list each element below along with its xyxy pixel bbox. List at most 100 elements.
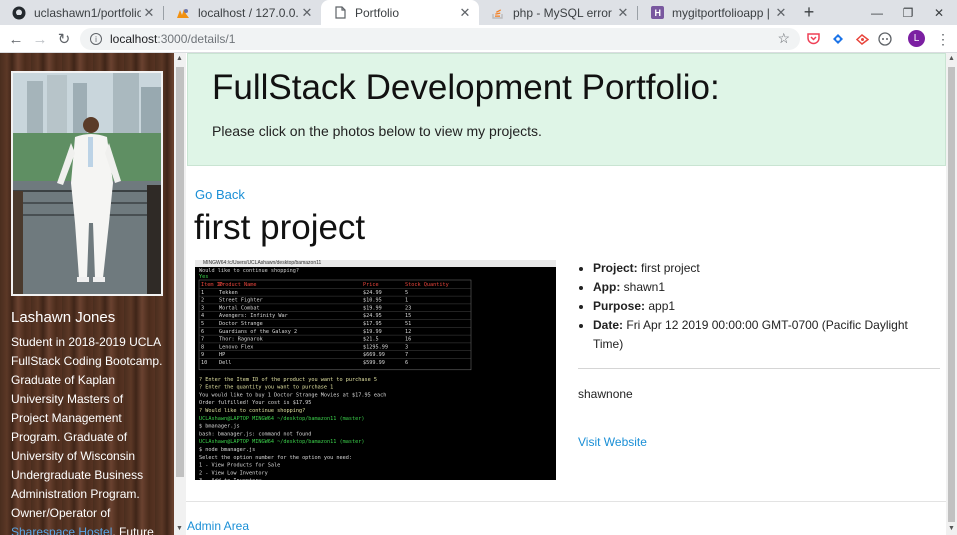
heroku-icon: H: [650, 6, 664, 20]
terminal-table-cell: 10: [201, 360, 207, 366]
terminal-prompt: Would like to continue shopping?: [199, 268, 299, 274]
terminal-line: Select the option number for the option …: [199, 455, 352, 461]
terminal-table-header: Product Name: [219, 282, 256, 288]
url-host: localhost: [110, 32, 158, 46]
scroll-down-icon[interactable]: ▼: [176, 525, 183, 532]
terminal-table-cell: Lenovo Flex: [219, 344, 253, 350]
scroll-up-icon[interactable]: ▲: [176, 55, 183, 62]
back-arrow-icon[interactable]: ←: [6, 29, 26, 49]
scroll-down-icon[interactable]: ▼: [948, 525, 955, 532]
forward-arrow-icon[interactable]: →: [30, 29, 50, 49]
detail-app: App: shawn1: [593, 278, 940, 297]
tab-heroku[interactable]: H mygitportfolioapp | Heroku ✕: [638, 0, 795, 25]
terminal-table-cell: 51: [405, 321, 411, 327]
close-icon[interactable]: ✕: [457, 5, 473, 21]
project-screenshot[interactable]: MINGW64:/c/Users/UCLAshawn/desktop/bamaz…: [195, 260, 556, 480]
terminal-table-cell: $669.99: [363, 352, 385, 358]
terminal-line: bash: bmanager.js: command not found: [199, 431, 311, 437]
terminal-table-cell: 4: [201, 313, 204, 319]
phpmyadmin-icon: [176, 6, 190, 20]
detail-label: Purpose:: [593, 299, 646, 313]
extension-blue-icon[interactable]: [829, 30, 847, 48]
terminal-table-cell: 8: [201, 344, 204, 350]
close-icon[interactable]: ✕: [773, 5, 789, 21]
new-tab-button[interactable]: +: [800, 0, 818, 25]
close-icon[interactable]: ✕: [141, 5, 157, 21]
profile-bio: Student in 2018-2019 UCLA FullStack Codi…: [11, 333, 171, 535]
tab-title: uclashawn1/portfolioapp: [34, 5, 141, 20]
terminal-table-cell: 2: [201, 298, 204, 304]
bookmark-star-icon[interactable]: ☆: [777, 30, 790, 47]
admin-area-link[interactable]: Admin Area: [187, 519, 249, 533]
tab-title: Portfolio: [355, 5, 400, 20]
terminal-line: 2 - View Low Inventory: [199, 470, 268, 476]
github-icon: [12, 6, 26, 20]
bio-line: Program. Graduate of: [11, 430, 128, 444]
terminal-table-cell: 6: [405, 360, 408, 366]
terminal-table-header: Stock Quantity: [405, 282, 449, 288]
terminal-table-cell: 7: [405, 352, 408, 358]
terminal-line: ? Would like to continue shopping?: [199, 408, 305, 414]
reload-icon[interactable]: ↻: [54, 29, 74, 49]
scrollbar-thumb[interactable]: [176, 67, 184, 477]
terminal-table-cell: $599.99: [363, 360, 385, 366]
go-back-link[interactable]: Go Back: [195, 187, 245, 202]
terminal-line: Order fulfilled! Your cost is $17.95: [199, 400, 311, 406]
extension-red-icon[interactable]: [853, 30, 871, 48]
scroll-up-icon[interactable]: ▲: [948, 55, 955, 62]
footer-divider: [186, 501, 946, 502]
visit-website-link[interactable]: Visit Website: [578, 435, 647, 449]
page-viewport: Lashawn Jones Student in 2018-2019 UCLA …: [0, 53, 957, 535]
svg-text:H: H: [654, 8, 661, 18]
tab-stackoverflow[interactable]: php - MySQL error - "You h ✕: [479, 0, 637, 25]
browser-toolbar: ← → ↻ i localhost:3000/details/1 ☆ L ⋮: [0, 25, 957, 53]
profile-avatar[interactable]: L: [908, 30, 925, 47]
terminal-line: You would like to buy 1 Doctor Strange M…: [199, 392, 386, 398]
terminal-table-cell: 16: [405, 337, 411, 343]
restore-icon[interactable]: ❐: [891, 0, 925, 25]
terminal-table-cell: 9: [201, 352, 204, 358]
bio-line-last: Sharespace Hostel. Future: [11, 523, 171, 535]
terminal-line: UCLAshawn@LAPTOP MINGW64 ~/desktop/bamaz…: [199, 439, 365, 445]
profile-sidebar: Lashawn Jones Student in 2018-2019 UCLA …: [0, 53, 174, 535]
project-owner: shawnone: [578, 387, 633, 401]
url-path: :3000/details/1: [157, 32, 236, 46]
terminal-output: Would like to continue shopping?YesItem …: [198, 268, 472, 480]
sharespace-hostel-link[interactable]: Sharespace Hostel: [11, 525, 112, 535]
menu-kebab-icon[interactable]: ⋮: [934, 30, 952, 48]
terminal-table-cell: 3: [405, 344, 408, 350]
bio-line: University Masters of: [11, 392, 124, 406]
detail-value: Fri Apr 12 2019 00:00:00 GMT-0700 (Pacif…: [593, 318, 908, 351]
tab-portfolio[interactable]: Portfolio ✕: [321, 0, 479, 25]
bio-line: FullStack Coding Bootcamp.: [11, 354, 163, 368]
terminal-table-cell: 5: [201, 321, 204, 327]
bio-line: Administration Program.: [11, 487, 140, 501]
info-icon[interactable]: i: [90, 33, 102, 45]
terminal-table-cell: 1: [201, 290, 204, 296]
minimize-icon[interactable]: —: [860, 0, 894, 25]
pocket-extension-icon[interactable]: [804, 30, 822, 48]
extension-grey-icon[interactable]: [876, 30, 894, 48]
tab-github[interactable]: uclashawn1/portfolioapp ✕: [0, 0, 163, 25]
terminal-line: ? Enter the Item ID of the product you w…: [199, 377, 377, 383]
terminal-table-cell: 23: [405, 305, 411, 311]
tab-title: localhost / 127.0.0.1 / portfo: [198, 5, 299, 20]
page-subtitle: Please click on the photos below to view…: [212, 123, 542, 139]
detail-label: Project:: [593, 261, 638, 275]
close-icon[interactable]: ✕: [299, 5, 315, 21]
page-scrollbar[interactable]: ▲ ▼: [946, 53, 957, 535]
sidebar-scrollbar[interactable]: ▲ ▼: [174, 53, 186, 535]
stackoverflow-icon: [491, 6, 505, 20]
terminal-table-cell: $17.95: [363, 321, 382, 327]
close-icon[interactable]: ✕: [615, 5, 631, 21]
tab-phpmyadmin[interactable]: localhost / 127.0.0.1 / portfo ✕: [164, 0, 321, 25]
detail-value: shawn1: [623, 280, 666, 294]
address-bar[interactable]: i localhost:3000/details/1 ☆: [80, 28, 800, 50]
terminal-table-cell: $21.5: [363, 337, 379, 343]
terminal-table-cell: 6: [201, 329, 204, 335]
terminal-line: UCLAshawn@LAPTOP MINGW64 ~/desktop/bamaz…: [199, 416, 365, 422]
project-details: Project: first project App: shawn1 Purpo…: [578, 259, 940, 354]
terminal-table-header: Price: [363, 282, 379, 288]
scrollbar-thumb[interactable]: [948, 67, 955, 522]
window-close-icon[interactable]: ✕: [922, 0, 956, 25]
